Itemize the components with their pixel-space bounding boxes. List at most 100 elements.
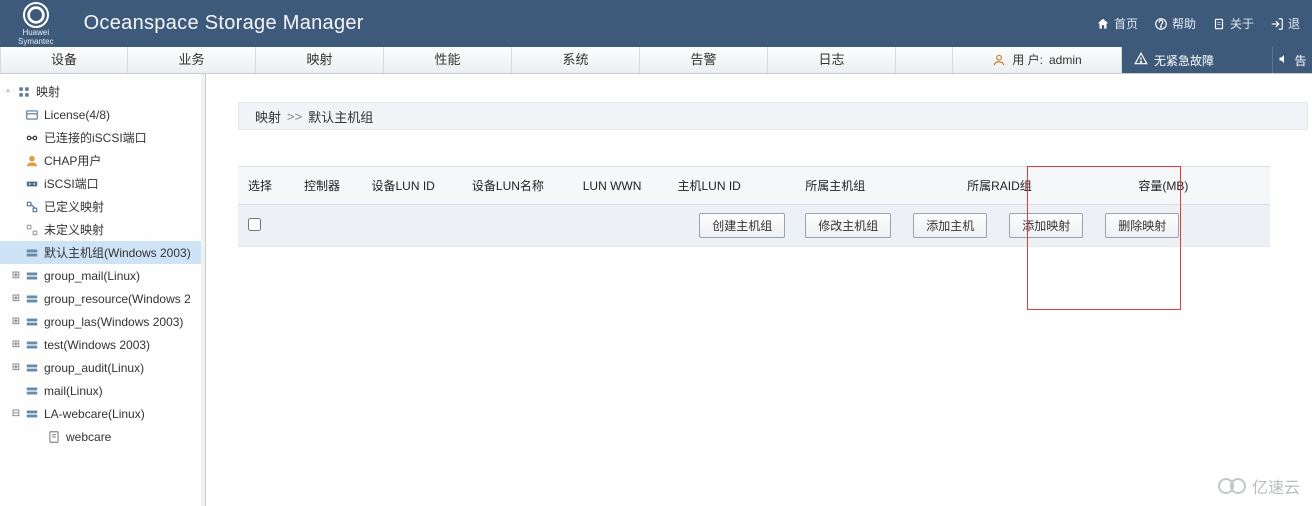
select-cell bbox=[238, 205, 294, 247]
nav-bar: 设备 业务 映射 性能 系统 告警 日志 用 户:admin 无紧急故障 告 bbox=[0, 47, 1312, 74]
nav-alert-suffix[interactable]: 告 bbox=[1272, 47, 1312, 73]
expand-icon[interactable]: ⊞ bbox=[10, 316, 22, 327]
table-header-row: 选择控制器设备LUN ID设备LUN名称LUN WWN主机LUN ID所属主机组… bbox=[238, 167, 1270, 205]
tree-item-label: iSCSI端口 bbox=[44, 175, 99, 192]
sidebar: ▫ 映射 License(4/8) 已连接的iSCSI端口 CHAP用户 iSCSI端… bbox=[0, 74, 206, 506]
about-link[interactable]: 关于 bbox=[1212, 15, 1254, 32]
tree-root[interactable]: ▫ 映射 bbox=[0, 80, 205, 103]
tree-item-label: LA-webcare(Linux) bbox=[44, 407, 145, 421]
lun-table: 选择控制器设备LUN ID设备LUN名称LUN WWN主机LUN ID所属主机组… bbox=[238, 166, 1270, 247]
tree-item[interactable]: ⊞ group_resource(Windows 2 bbox=[0, 287, 205, 310]
table-wrap: 选择控制器设备LUN ID设备LUN名称LUN WWN主机LUN ID所属主机组… bbox=[238, 166, 1270, 247]
mapping-root-icon bbox=[16, 84, 32, 100]
tree-item[interactable]: CHAP用户 bbox=[0, 149, 205, 172]
add-host-button[interactable]: 添加主机 bbox=[913, 213, 987, 238]
expand-icon[interactable]: ⊞ bbox=[10, 362, 22, 373]
collapse-icon[interactable]: ▫ bbox=[2, 86, 14, 97]
tree-item-label: group_resource(Windows 2 bbox=[44, 292, 191, 306]
port-icon bbox=[24, 130, 40, 146]
tree-item-label: CHAP用户 bbox=[44, 152, 101, 169]
tree-item-label: group_audit(Linux) bbox=[44, 361, 144, 375]
nav-performance[interactable]: 性能 bbox=[384, 47, 512, 73]
table-col-header[interactable]: 选择 bbox=[238, 167, 294, 205]
table-col-header[interactable]: 所属主机组 bbox=[795, 167, 957, 205]
help-link[interactable]: 帮助 bbox=[1154, 15, 1196, 32]
logout-link[interactable]: 退 bbox=[1270, 15, 1300, 32]
hostgroup-icon bbox=[24, 245, 40, 261]
table-col-header[interactable]: LUN WWN bbox=[573, 167, 668, 205]
table-col-header[interactable]: 所属RAID组 bbox=[957, 167, 1128, 205]
tree-item[interactable]: 未定义映射 bbox=[0, 218, 205, 241]
about-label: 关于 bbox=[1230, 15, 1254, 32]
nav-spacer bbox=[896, 47, 952, 73]
tree-item[interactable]: iSCSI端口 bbox=[0, 172, 205, 195]
iscsi-port-icon bbox=[24, 176, 40, 192]
tree-item-label: group_mail(Linux) bbox=[44, 269, 140, 283]
nav-device[interactable]: 设备 bbox=[0, 47, 128, 73]
tree-item[interactable]: ⊟ LA-webcare(Linux) bbox=[0, 402, 205, 425]
nav-status[interactable]: 无紧急故障 bbox=[1122, 47, 1272, 73]
collapse-icon[interactable]: ⊟ bbox=[10, 408, 22, 419]
home-link[interactable]: 首页 bbox=[1096, 15, 1138, 32]
tree-item[interactable]: ⊞test(Windows 2003) bbox=[0, 333, 205, 356]
chap-user-icon bbox=[24, 153, 40, 169]
content-area: 映射 >> 默认主机组 选择控制器设备LUN ID设备LUN名称LUN WWN主… bbox=[206, 74, 1312, 506]
table-col-header[interactable]: 设备LUN ID bbox=[361, 167, 461, 205]
brand-logo: Huawei Symantec bbox=[18, 2, 54, 46]
logo-text-bottom: Symantec bbox=[18, 38, 54, 46]
modify-hostgroup-button[interactable]: 修改主机组 bbox=[805, 213, 891, 238]
tree-item-label: 已定义映射 bbox=[44, 198, 104, 215]
nav-user[interactable]: 用 户:admin bbox=[952, 47, 1122, 73]
app-title: Oceanspace Storage Manager bbox=[84, 12, 364, 35]
tree-item[interactable]: ⊞group_las(Windows 2003) bbox=[0, 310, 205, 333]
hostgroup-icon bbox=[24, 406, 40, 422]
table-col-header[interactable]: 主机LUN ID bbox=[668, 167, 796, 205]
expand-icon[interactable]: ⊞ bbox=[10, 293, 22, 304]
add-mapping-button[interactable]: 添加映射 bbox=[1009, 213, 1083, 238]
tree-root-label: 映射 bbox=[36, 83, 60, 100]
tree-item-label: 未定义映射 bbox=[44, 221, 104, 238]
map-defined-icon bbox=[24, 199, 40, 215]
table-col-header[interactable]: 设备LUN名称 bbox=[462, 167, 573, 205]
nav-alarm[interactable]: 告警 bbox=[640, 47, 768, 73]
license-icon bbox=[24, 107, 40, 123]
breadcrumb-part1[interactable]: 映射 bbox=[255, 107, 281, 126]
tree-item[interactable]: webcare bbox=[0, 425, 205, 448]
breadcrumb-sep: >> bbox=[287, 109, 302, 124]
hostgroup-icon bbox=[24, 360, 40, 376]
tree-item[interactable]: ⊞ group_mail(Linux) bbox=[0, 264, 205, 287]
app-header: Huawei Symantec Oceanspace Storage Manag… bbox=[0, 0, 1312, 47]
tree-item[interactable]: 默认主机组(Windows 2003) bbox=[0, 241, 205, 264]
logout-icon bbox=[1270, 17, 1284, 31]
select-all-checkbox[interactable] bbox=[248, 218, 261, 231]
status-label: 无紧急故障 bbox=[1154, 52, 1214, 69]
action-buttons-cell: 修改主机组 添加主机 添加映射 删除映射 bbox=[795, 205, 1270, 247]
tree-item[interactable]: mail(Linux) bbox=[0, 379, 205, 402]
sound-icon bbox=[1278, 53, 1290, 68]
create-hostgroup-button[interactable]: 创建主机组 bbox=[699, 213, 785, 238]
delete-mapping-button[interactable]: 删除映射 bbox=[1105, 213, 1179, 238]
nav-business[interactable]: 业务 bbox=[128, 47, 256, 73]
warning-icon bbox=[1134, 52, 1148, 69]
user-name: admin bbox=[1049, 47, 1082, 73]
tree-item[interactable]: 已定义映射 bbox=[0, 195, 205, 218]
home-label: 首页 bbox=[1114, 15, 1138, 32]
expand-icon[interactable]: ⊞ bbox=[10, 339, 22, 350]
tree-item-label: 已连接的iSCSI端口 bbox=[44, 129, 147, 146]
expand-icon[interactable]: ⊞ bbox=[10, 270, 22, 281]
tree-item[interactable]: License(4/8) bbox=[0, 103, 205, 126]
nav-log[interactable]: 日志 bbox=[768, 47, 896, 73]
help-label: 帮助 bbox=[1172, 15, 1196, 32]
nav-mapping[interactable]: 映射 bbox=[256, 47, 384, 73]
hostgroup-icon bbox=[24, 314, 40, 330]
tree-item-label: 默认主机组(Windows 2003) bbox=[44, 244, 191, 261]
sidebar-splitter[interactable] bbox=[201, 74, 205, 506]
table-col-header[interactable]: 控制器 bbox=[294, 167, 361, 205]
hostgroup-icon bbox=[24, 268, 40, 284]
logo-text-top: Huawei bbox=[22, 29, 49, 37]
nav-system[interactable]: 系统 bbox=[512, 47, 640, 73]
tree-item[interactable]: 已连接的iSCSI端口 bbox=[0, 126, 205, 149]
logout-label: 退 bbox=[1288, 15, 1300, 32]
tree-item[interactable]: ⊞ group_audit(Linux) bbox=[0, 356, 205, 379]
table-col-header[interactable]: 容量(MB) bbox=[1128, 167, 1270, 205]
